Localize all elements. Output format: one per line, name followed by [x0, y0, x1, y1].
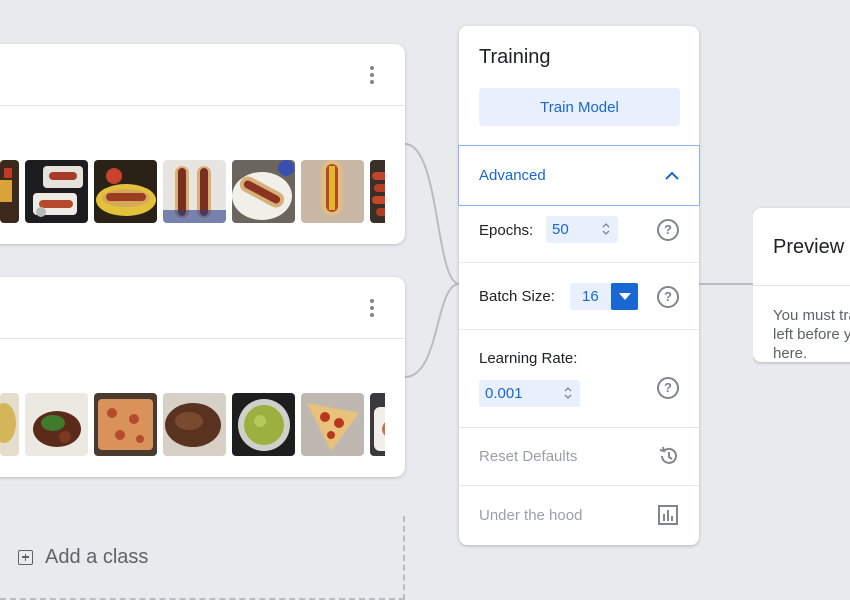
learning-rate-value: 0.001 — [485, 385, 523, 402]
add-class-label: Add a class — [45, 545, 149, 568]
training-panel: Training Train Model Advanced Epochs: 50… — [458, 26, 700, 545]
epochs-value: 50 — [552, 221, 569, 238]
preview-title: Preview — [773, 236, 845, 258]
training-title: Training — [479, 46, 551, 68]
under-the-hood-label: Under the hood — [479, 507, 583, 524]
thumbnail[interactable] — [163, 160, 226, 223]
epochs-row: Epochs: 50 ? — [459, 206, 699, 263]
preview-clip: Preview You must train a model on the le… — [753, 200, 850, 370]
history-icon — [659, 446, 677, 464]
divider — [753, 285, 850, 286]
bar-chart-icon — [658, 505, 678, 525]
class-card-1 — [0, 44, 405, 244]
thumbnail[interactable] — [301, 393, 364, 456]
chevron-up-icon — [665, 171, 679, 180]
thumbnail[interactable] — [163, 393, 226, 456]
learning-rate-row: Learning Rate: 0.001 ? — [459, 330, 699, 428]
learning-rate-label: Learning Rate: — [479, 350, 578, 367]
thumbnail[interactable] — [94, 160, 157, 223]
kebab-menu-icon[interactable] — [369, 299, 375, 319]
thumbnail[interactable] — [0, 160, 19, 223]
class-card-header — [0, 44, 405, 106]
thumbnail[interactable] — [370, 393, 385, 456]
add-class-button[interactable]: Add a class — [0, 516, 405, 600]
help-icon[interactable]: ? — [657, 377, 679, 399]
reset-defaults-row[interactable]: Reset Defaults — [459, 428, 699, 486]
sample-thumbnails — [0, 393, 385, 456]
reset-defaults-label: Reset Defaults — [479, 448, 578, 465]
batch-size-label: Batch Size: — [479, 288, 555, 305]
batch-size-select[interactable]: 16 — [570, 283, 638, 310]
advanced-label: Advanced — [479, 167, 546, 184]
dropdown-arrow-icon[interactable] — [611, 283, 638, 310]
preview-message: You must train a model on the left befor… — [773, 307, 850, 362]
class-card-2 — [0, 277, 405, 477]
preview-panel: Preview You must train a model on the le… — [753, 208, 850, 362]
thumbnail[interactable] — [301, 160, 364, 223]
thumbnail[interactable] — [94, 393, 157, 456]
help-icon[interactable]: ? — [657, 219, 679, 241]
thumbnail[interactable] — [232, 160, 295, 223]
epochs-input[interactable]: 50 — [546, 216, 618, 243]
spinner-icon[interactable] — [602, 221, 610, 237]
spinner-icon[interactable] — [564, 385, 572, 401]
thumbnail[interactable] — [0, 393, 19, 456]
epochs-label: Epochs: — [479, 222, 534, 239]
thumbnail[interactable] — [370, 160, 385, 223]
class-card-header — [0, 277, 405, 339]
learning-rate-input[interactable]: 0.001 — [479, 380, 580, 407]
under-the-hood-row[interactable]: Under the hood — [459, 486, 699, 545]
help-icon[interactable]: ? — [657, 286, 679, 308]
batch-size-row: Batch Size: 16 ? — [459, 263, 699, 330]
kebab-menu-icon[interactable] — [369, 66, 375, 86]
thumbnail[interactable] — [232, 393, 295, 456]
thumbnail[interactable] — [25, 160, 88, 223]
advanced-toggle[interactable]: Advanced — [458, 145, 700, 206]
train-model-button[interactable]: Train Model — [479, 88, 680, 126]
thumbnail[interactable] — [25, 393, 88, 456]
add-box-icon — [18, 549, 33, 565]
batch-size-value: 16 — [582, 288, 599, 305]
sample-thumbnails — [0, 160, 385, 223]
